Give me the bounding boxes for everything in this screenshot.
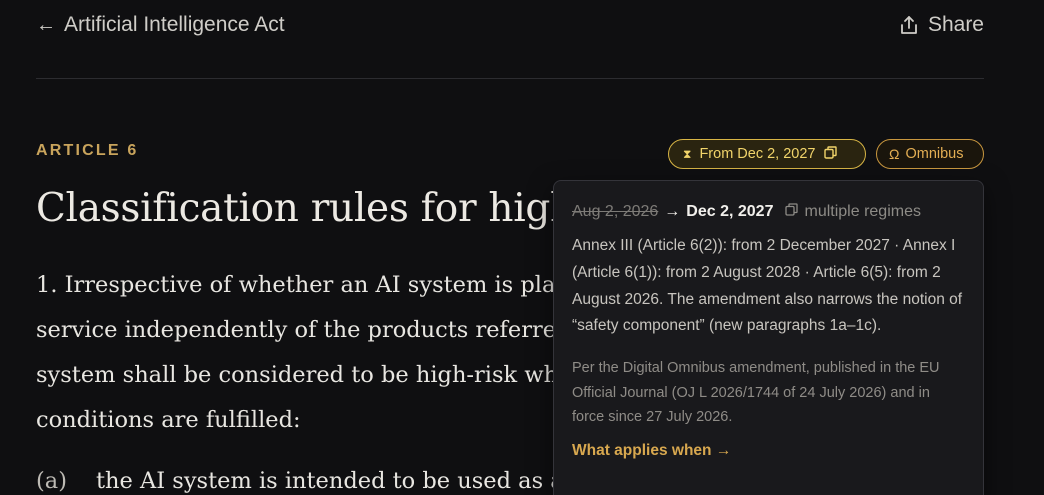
paragraph-line: system shall be considered to be high-ri… [36,362,576,388]
effective-date-popover: Aug 2, 2026 → Dec 2, 2027 multiple regim… [553,180,984,495]
paragraph-line: 1. Irrespective of whether an AI system … [36,272,576,298]
copy-icon [823,145,837,163]
effective-date-chip[interactable]: ⧗ From Dec 2, 2027 [668,139,866,169]
share-icon [900,15,918,35]
article-label: ARTICLE 6 [36,142,139,159]
omnibus-chip[interactable]: Ω Omnibus [876,139,984,169]
new-date: Dec 2, 2027 [686,203,774,220]
popover-description: Annex III (Article 6(2)): from 2 Decembe… [572,237,963,335]
paragraph-line: service independently of the products re… [36,317,576,343]
back-link[interactable]: ← Artificial Intelligence Act [36,13,285,37]
effective-date-label: From Dec 2, 2027 [699,146,816,162]
omega-icon: Ω [889,146,900,162]
copy-icon [785,203,799,221]
point-text: the AI system is intended to be used as … [96,468,576,494]
popover-date-change: Aug 2, 2026 → Dec 2, 2027 multiple regim… [572,203,965,221]
back-link-label: Artificial Intelligence Act [64,13,285,36]
share-button[interactable]: Share [900,13,984,37]
omnibus-label: Omnibus [905,146,964,162]
old-date: Aug 2, 2026 [572,203,659,220]
hourglass-icon: ⧗ [683,146,692,161]
point-label: (a) [36,468,67,494]
regimes-text: multiple regimes [804,203,921,220]
arrow-left-icon: ← [36,13,56,36]
paragraph-line: conditions are fulfilled: [36,407,301,433]
share-label: Share [927,13,984,36]
top-bar: ← Artificial Intelligence Act Share [36,0,984,79]
arrow-right-icon: → [664,203,681,220]
what-applies-when-link[interactable]: What applies when → [572,442,965,460]
point-a: (a) the AI system is intended to be used … [36,468,576,494]
popover-source-note: Per the Digital Omnibus amendment, publi… [572,360,940,426]
article-paragraph: 1. Irrespective of whether an AI system … [36,263,576,443]
article-title: Classification rules for high-risk AI sy… [36,186,636,231]
